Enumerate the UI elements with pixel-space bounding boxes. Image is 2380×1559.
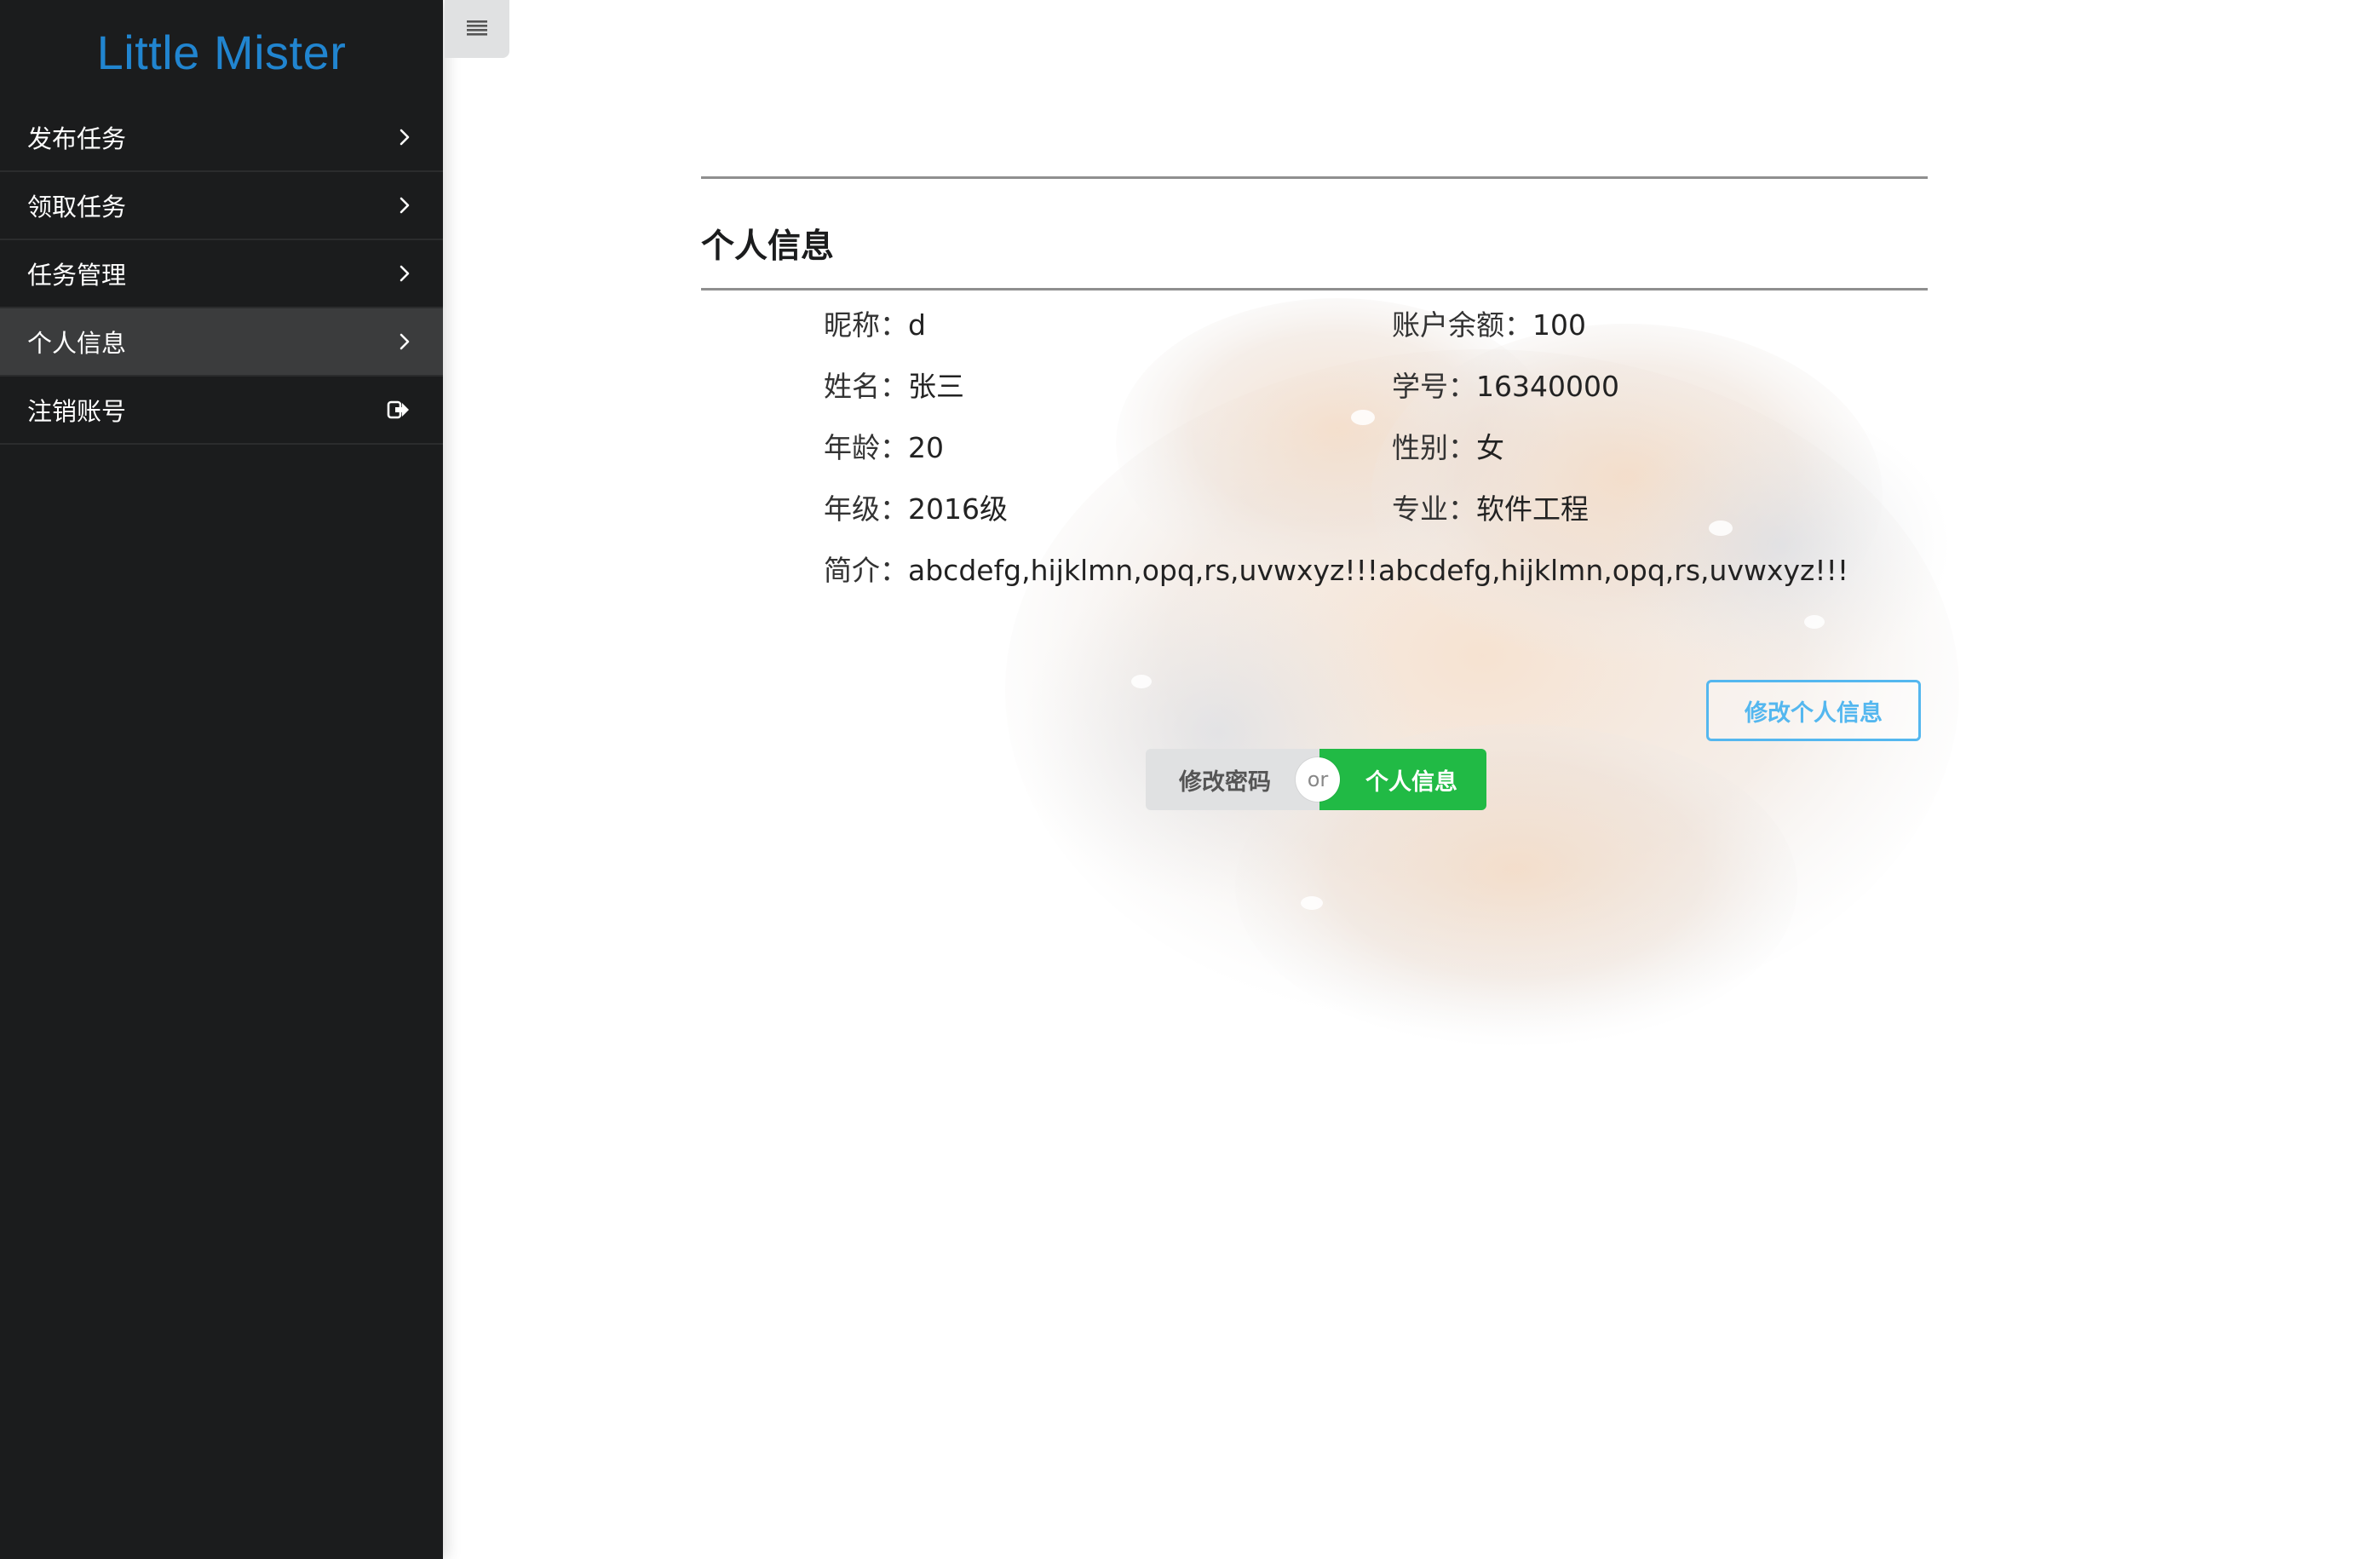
nickname-row: 昵称：d: [824, 302, 926, 343]
age-label: 年龄：: [824, 431, 908, 464]
nickname-value: d: [908, 308, 926, 342]
sidebar-item-publish-task[interactable]: 发布任务: [0, 104, 443, 172]
name-row: 姓名：张三: [824, 364, 964, 405]
student-id-row: 学号：16340000: [1392, 364, 1619, 405]
name-label: 姓名：: [824, 370, 908, 403]
gender-row: 性别：女: [1392, 425, 1504, 466]
nickname-label: 昵称：: [824, 308, 908, 342]
chevron-right-icon: [399, 196, 411, 215]
profile-button-group: 修改密码 or 个人信息: [1146, 749, 1486, 810]
balance-row: 账户余额：100: [1392, 302, 1586, 343]
sidebar-item-label: 领取任务: [27, 193, 127, 221]
brand-logo[interactable]: Little Mister: [0, 0, 443, 104]
sidebar-item-task-management[interactable]: 任务管理: [0, 240, 443, 308]
section-title: 个人信息: [701, 227, 835, 266]
sidebar-item-label: 任务管理: [27, 261, 127, 290]
grade-value: 2016级: [908, 492, 1008, 526]
or-divider-badge: or: [1296, 757, 1340, 802]
bio-row: 简介：abcdefg,hijklmn,opq,rs,uvwxyz!!!abcde…: [824, 548, 1848, 589]
student-id-label: 学号：: [1392, 370, 1476, 403]
age-row: 年龄：20: [824, 425, 944, 466]
bio-value: abcdefg,hijklmn,opq,rs,uvwxyz!!!abcdefg,…: [908, 554, 1849, 587]
divider-section: [701, 288, 1928, 291]
sidebar-item-claim-task[interactable]: 领取任务: [0, 172, 443, 240]
major-value: 软件工程: [1476, 492, 1589, 526]
age-value: 20: [908, 431, 944, 464]
sidebar-toggle-button[interactable]: [445, 0, 509, 58]
change-password-button[interactable]: 修改密码: [1146, 749, 1319, 810]
balance-value: 100: [1532, 308, 1586, 342]
gender-value: 女: [1476, 431, 1504, 464]
sidebar-item-label: 个人信息: [27, 329, 127, 358]
profile-info-button[interactable]: 个人信息: [1319, 749, 1486, 810]
watercolor-sheep-background: [1005, 298, 1959, 1048]
bio-label: 简介：: [824, 554, 908, 587]
sign-out-icon: [387, 400, 411, 420]
sidebar-item-label: 注销账号: [27, 397, 127, 426]
gender-label: 性别：: [1392, 431, 1476, 464]
divider-top: [701, 176, 1928, 179]
edit-profile-button[interactable]: 修改个人信息: [1706, 680, 1921, 741]
sidebar-item-profile[interactable]: 个人信息: [0, 308, 443, 377]
sidebar-item-label: 发布任务: [27, 124, 127, 153]
sidebar-item-logout[interactable]: 注销账号: [0, 377, 443, 445]
name-value: 张三: [908, 370, 964, 403]
chevron-right-icon: [399, 264, 411, 283]
student-id-value: 16340000: [1476, 370, 1619, 403]
sidebar: Little Mister 发布任务 领取任务 任务管理 个人信息 注销账号: [0, 0, 443, 1559]
hamburger-menu-icon: [465, 18, 489, 40]
grade-label: 年级：: [824, 492, 908, 526]
grade-row: 年级：2016级: [824, 486, 1008, 527]
balance-label: 账户余额：: [1392, 308, 1532, 342]
chevron-right-icon: [399, 332, 411, 351]
major-label: 专业：: [1392, 492, 1476, 526]
chevron-right-icon: [399, 128, 411, 147]
major-row: 专业：软件工程: [1392, 486, 1589, 527]
